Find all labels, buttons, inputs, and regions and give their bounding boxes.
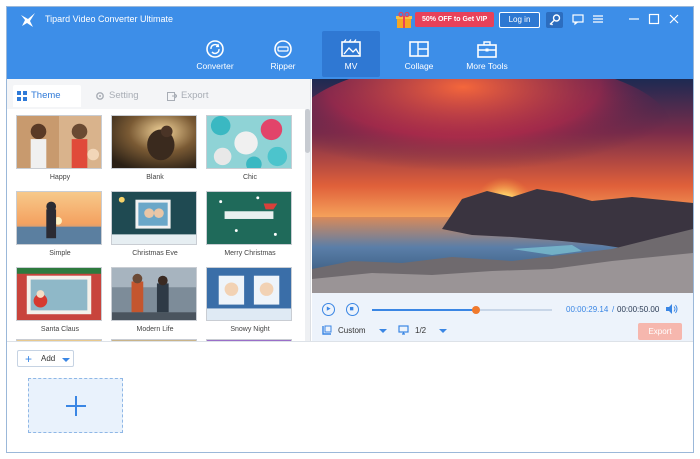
- tab-label: Export: [181, 90, 209, 101]
- theme-name: Simple: [49, 250, 71, 257]
- theme-name: Snowy Night: [230, 326, 270, 333]
- nav-ripper[interactable]: Ripper: [254, 31, 312, 77]
- theme-name: Chic: [242, 174, 257, 181]
- monitor-icon: [398, 325, 409, 335]
- tab-export[interactable]: Export: [163, 85, 233, 107]
- page-select[interactable]: 1/2: [415, 326, 426, 335]
- nav-converter[interactable]: Converter: [186, 31, 244, 77]
- toolbox-icon: [477, 41, 497, 58]
- theme-panel: Theme Setting Export Happy Blank Chic Si…: [7, 79, 311, 341]
- tab-theme[interactable]: Theme: [13, 85, 81, 107]
- nav-mv[interactable]: MV: [322, 31, 380, 77]
- theme-thumbnail: [111, 115, 197, 169]
- volume-icon[interactable]: [665, 303, 679, 315]
- theme-name: Santa Claus: [40, 326, 80, 333]
- progress-bar[interactable]: [372, 306, 552, 314]
- theme-grid: Happy Blank Chic Simple Christmas Eve Me…: [7, 109, 305, 341]
- media-area: + Add: [7, 341, 693, 452]
- player-controls: 00:00:29.14 / 00:00:50.00 Custom 1/2 Exp…: [312, 293, 693, 341]
- theme-item-modern-life[interactable]: Modern Life: [111, 267, 199, 333]
- chevron-down-icon[interactable]: [439, 329, 447, 333]
- feedback-icon[interactable]: [571, 12, 585, 26]
- gift-icon[interactable]: [395, 11, 413, 29]
- collage-icon: [409, 41, 429, 57]
- tipard-logo-icon: [21, 13, 35, 27]
- current-time: 00:00:29.14: [566, 305, 609, 314]
- tab-label: Setting: [109, 90, 139, 101]
- theme-thumbnail: [206, 267, 292, 321]
- stop-icon: [349, 306, 354, 311]
- panel-tabs: Theme Setting Export: [13, 85, 305, 107]
- stop-button[interactable]: [346, 303, 359, 316]
- theme-thumbnail: [206, 191, 292, 245]
- theme-item-blank[interactable]: Blank: [111, 115, 199, 181]
- app-title: Tipard Video Converter Ultimate: [45, 14, 174, 24]
- login-button[interactable]: Log in: [499, 12, 540, 28]
- add-label: Add: [41, 354, 56, 363]
- theme-name: Christmas Eve: [132, 250, 178, 257]
- plus-icon: +: [25, 352, 33, 366]
- app-window: Tipard Video Converter Ultimate 50% OFF …: [6, 6, 694, 453]
- theme-scrollbar[interactable]: [305, 109, 310, 341]
- theme-name: Happy: [49, 174, 71, 181]
- theme-thumbnail: [111, 191, 197, 245]
- close-icon[interactable]: [667, 12, 681, 26]
- ripper-disc-icon: [274, 40, 292, 58]
- nav-label: Ripper: [270, 61, 296, 71]
- theme-item-christmas-eve[interactable]: Christmas Eve: [111, 191, 199, 257]
- chevron-down-icon[interactable]: [379, 329, 387, 333]
- theme-item-snowy-night[interactable]: Snowy Night: [206, 267, 294, 333]
- theme-item-chic[interactable]: Chic: [206, 115, 294, 181]
- add-file-dropzone[interactable]: [28, 378, 123, 433]
- theme-thumbnail: [16, 191, 102, 245]
- theme-item-simple[interactable]: Simple: [16, 191, 104, 257]
- aspect-ratio-select[interactable]: Custom: [338, 326, 366, 335]
- nav-label: Converter: [196, 61, 234, 71]
- key-icon: [549, 14, 561, 26]
- vip-promo-button[interactable]: 50% OFF to Get VIP: [415, 12, 495, 27]
- theme-thumbnail: [206, 115, 292, 169]
- play-icon: [326, 306, 331, 311]
- theme-name: Merry Christmas: [224, 250, 276, 257]
- export-button[interactable]: Export: [638, 323, 682, 340]
- nav-collage[interactable]: Collage: [390, 31, 448, 77]
- nav-label: Collage: [404, 61, 434, 71]
- theme-item-merry-christmas[interactable]: Merry Christmas: [206, 191, 294, 257]
- header-bar: Tipard Video Converter Ultimate 50% OFF …: [7, 7, 693, 79]
- theme-item-happy[interactable]: Happy: [16, 115, 104, 181]
- theme-name: Blank: [146, 174, 164, 181]
- nav-label: More Tools: [466, 61, 508, 71]
- export-icon: [167, 92, 177, 101]
- theme-thumbnail: [16, 115, 102, 169]
- minimize-icon[interactable]: [627, 12, 641, 26]
- theme-item-santa-claus[interactable]: Santa Claus: [16, 267, 104, 333]
- total-time: 00:00:50.00: [617, 305, 660, 314]
- tab-label: Theme: [31, 90, 61, 101]
- nav-more-tools[interactable]: More Tools: [458, 31, 516, 77]
- tab-setting[interactable]: Setting: [91, 85, 161, 107]
- progress-knob[interactable]: [472, 306, 481, 314]
- video-preview: [312, 79, 693, 293]
- theme-thumbnail: [111, 267, 197, 321]
- converter-icon: [206, 40, 224, 58]
- maximize-icon[interactable]: [647, 12, 661, 26]
- theme-thumbnail: [16, 267, 102, 321]
- add-media-button[interactable]: + Add: [17, 350, 74, 367]
- progress-fill: [372, 309, 477, 311]
- theme-grid-icon: [17, 91, 27, 101]
- key-button[interactable]: [546, 12, 563, 28]
- play-button[interactable]: [322, 303, 335, 316]
- scrollbar-thumb[interactable]: [305, 109, 310, 153]
- mv-image-icon: [341, 39, 361, 57]
- preview-image: [312, 79, 693, 293]
- menu-icon[interactable]: [591, 12, 605, 26]
- time-separator: /: [612, 305, 615, 314]
- aspect-ratio-icon: [322, 325, 332, 335]
- gear-icon: [96, 92, 104, 100]
- plus-icon: [75, 396, 77, 416]
- theme-name: Modern Life: [136, 326, 174, 333]
- nav-label: MV: [344, 61, 358, 71]
- chevron-down-icon[interactable]: [62, 358, 70, 362]
